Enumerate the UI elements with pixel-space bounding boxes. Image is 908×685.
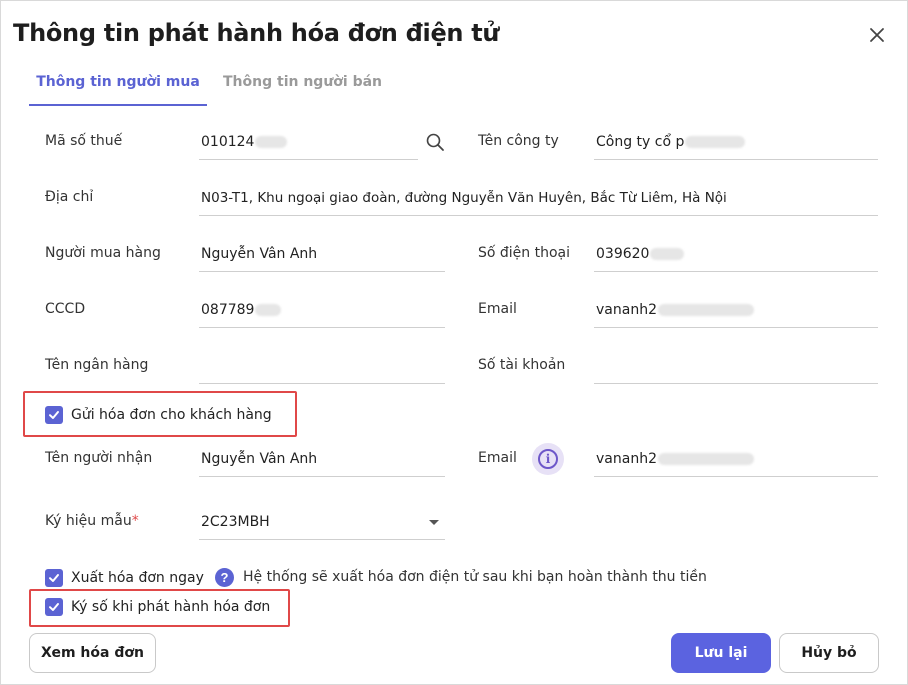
- recipient-email-label: Email: [478, 450, 517, 466]
- address-label: Địa chỉ: [45, 189, 94, 205]
- issue-now-checkbox[interactable]: Xuất hóa đơn ngay: [45, 569, 204, 587]
- redacted-text: [255, 304, 282, 316]
- template-symbol-value: 2C23MBH: [201, 514, 270, 530]
- tab-seller-info[interactable]: Thông tin người bán: [223, 74, 382, 90]
- sign-on-issue-checkbox[interactable]: Ký số khi phát hành hóa đơn: [45, 598, 270, 616]
- info-icon[interactable]: i: [532, 443, 564, 475]
- preview-invoice-button[interactable]: Xem hóa đơn: [29, 633, 156, 673]
- checkbox-checked-icon: [45, 406, 63, 424]
- buyer-value: Nguyễn Vân Anh: [201, 246, 318, 262]
- account-no-label: Số tài khoản: [478, 357, 566, 373]
- recipient-email-input[interactable]: vananh2: [594, 441, 878, 477]
- redacted-text: [657, 304, 754, 316]
- tax-code-input[interactable]: 010124: [199, 124, 418, 160]
- required-mark: *: [131, 513, 139, 529]
- email-label: Email: [478, 301, 517, 317]
- redacted-text: [685, 136, 746, 148]
- cancel-button[interactable]: Hủy bỏ: [779, 633, 879, 673]
- id-card-value: 087789: [201, 302, 255, 318]
- close-icon[interactable]: [865, 23, 889, 47]
- template-symbol-select[interactable]: 2C23MBH: [199, 504, 445, 540]
- recipient-value: Nguyễn Vân Anh: [201, 451, 318, 467]
- send-invoice-label: Gửi hóa đơn cho khách hàng: [71, 407, 272, 423]
- company-label: Tên công ty: [478, 133, 559, 149]
- buyer-label: Người mua hàng: [45, 245, 161, 261]
- dialog-title: Thông tin phát hành hóa đơn điện tử: [13, 19, 500, 47]
- phone-label: Số điện thoại: [478, 245, 571, 261]
- tax-code-label: Mã số thuế: [45, 133, 123, 149]
- help-icon[interactable]: ?: [215, 568, 234, 587]
- sign-on-issue-label: Ký số khi phát hành hóa đơn: [71, 599, 271, 615]
- recipient-label: Tên người nhận: [45, 450, 153, 466]
- email-value: vananh2: [596, 302, 657, 318]
- phone-input[interactable]: 039620: [594, 236, 878, 272]
- address-value: N03-T1, Khu ngoại giao đoàn, đường Nguyễ…: [201, 190, 727, 206]
- tax-code-value: 010124: [201, 134, 255, 150]
- chevron-down-icon[interactable]: [429, 520, 439, 525]
- phone-value: 039620: [596, 246, 650, 262]
- email-input[interactable]: vananh2: [594, 292, 878, 328]
- send-invoice-checkbox[interactable]: Gửi hóa đơn cho khách hàng: [45, 406, 272, 424]
- redacted-text: [657, 453, 754, 465]
- redacted-text: [650, 248, 685, 260]
- account-no-input[interactable]: [594, 348, 878, 384]
- checkbox-checked-icon: [45, 569, 63, 587]
- company-input[interactable]: Công ty cổ p: [594, 124, 878, 160]
- search-icon[interactable]: [425, 132, 445, 152]
- recipient-email-value: vananh2: [596, 451, 657, 467]
- company-value: Công ty cổ p: [596, 134, 685, 150]
- template-symbol-label: Ký hiệu mẫu*: [45, 513, 139, 529]
- issue-hint-text: Hệ thống sẽ xuất hóa đơn điện tử sau khi…: [243, 569, 707, 585]
- invoice-issue-dialog: Thông tin phát hành hóa đơn điện tử Thôn…: [0, 0, 908, 685]
- checkbox-checked-icon: [45, 598, 63, 616]
- bank-name-label: Tên ngân hàng: [45, 357, 149, 373]
- id-card-label: CCCD: [45, 301, 86, 317]
- recipient-input[interactable]: Nguyễn Vân Anh: [199, 441, 445, 477]
- redacted-text: [255, 136, 288, 148]
- tab-buyer-info[interactable]: Thông tin người mua: [29, 74, 207, 106]
- address-input[interactable]: N03-T1, Khu ngoại giao đoàn, đường Nguyễ…: [199, 180, 878, 216]
- issue-now-label: Xuất hóa đơn ngay: [71, 570, 204, 586]
- bank-name-input[interactable]: [199, 348, 445, 384]
- id-card-input[interactable]: 087789: [199, 292, 445, 328]
- buyer-input[interactable]: Nguyễn Vân Anh: [199, 236, 445, 272]
- save-button[interactable]: Lưu lại: [671, 633, 771, 673]
